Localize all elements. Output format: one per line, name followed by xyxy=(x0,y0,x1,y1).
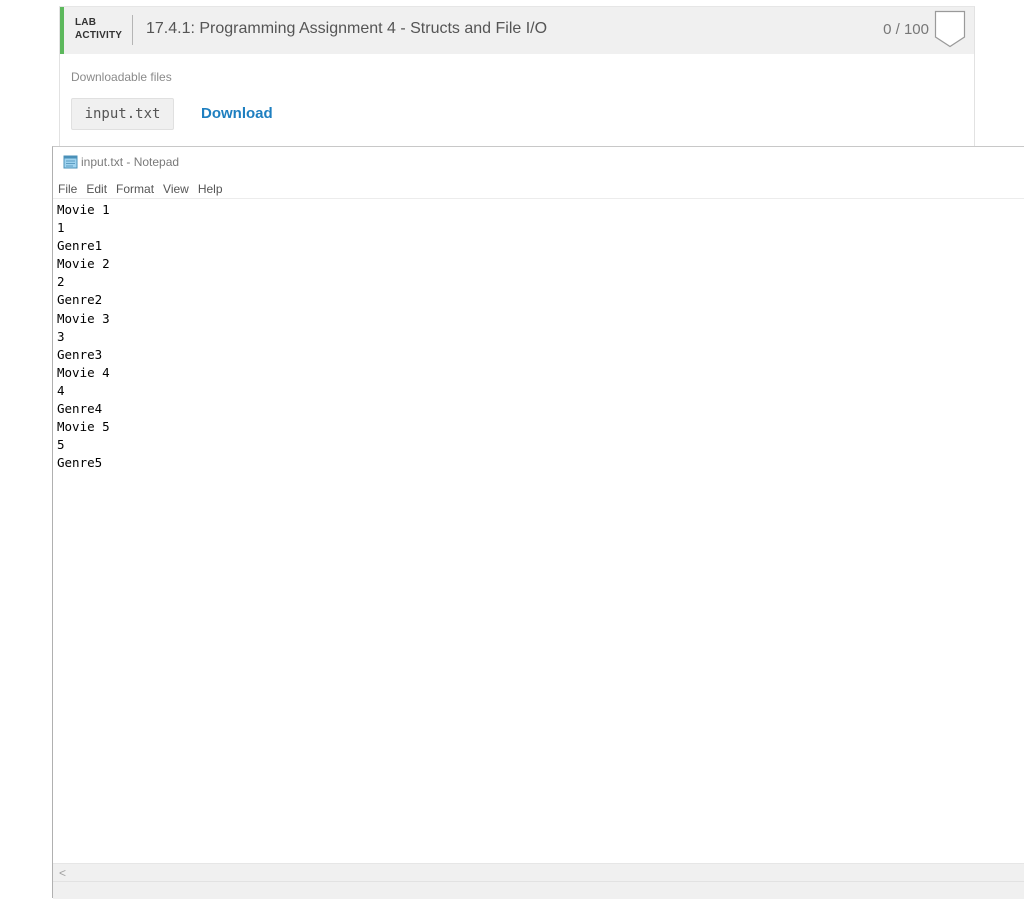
notepad-titlebar[interactable]: input.txt - Notepad xyxy=(53,147,1024,179)
text-line: 3 xyxy=(57,328,65,344)
scroll-left-arrow-icon[interactable]: < xyxy=(59,865,66,881)
lab-activity-tag: LAB ACTIVITY xyxy=(75,16,133,42)
lab-tag-line1: LAB xyxy=(75,17,97,28)
text-line: 1 xyxy=(57,220,65,236)
menubar-divider xyxy=(53,198,1024,199)
text-line: Genre2 xyxy=(57,292,103,308)
text-line: Movie 2 xyxy=(57,256,110,272)
text-line: Genre1 xyxy=(57,238,103,254)
text-line: 2 xyxy=(57,274,65,290)
text-line: Movie 5 xyxy=(57,419,110,435)
text-line: Genre4 xyxy=(57,401,103,417)
lab-activity-header: LAB ACTIVITY 17.4.1: Programming Assignm… xyxy=(60,7,974,54)
text-line: Movie 3 xyxy=(57,310,110,326)
notepad-menubar: File Edit Format View Help xyxy=(53,180,1024,198)
menu-edit[interactable]: Edit xyxy=(86,180,107,198)
lab-activity-card: LAB ACTIVITY 17.4.1: Programming Assignm… xyxy=(59,6,975,147)
text-line: Movie 1 xyxy=(57,202,110,217)
lab-tag-line2: ACTIVITY xyxy=(75,30,123,41)
shield-outline-icon xyxy=(934,10,966,48)
text-line: Genre3 xyxy=(57,346,103,362)
menu-file[interactable]: File xyxy=(58,180,77,198)
menu-help[interactable]: Help xyxy=(198,180,223,198)
header-divider xyxy=(132,15,133,45)
downloadable-files-label: Downloadable files xyxy=(71,70,172,84)
menu-view[interactable]: View xyxy=(163,180,189,198)
notepad-title: input.txt - Notepad xyxy=(81,155,180,169)
text-line: 4 xyxy=(57,382,65,398)
score-label: 0 / 100 xyxy=(883,21,929,38)
lab-activity-title: 17.4.1: Programming Assignment 4 - Struc… xyxy=(146,20,548,37)
notepad-text-area[interactable]: Movie 1 1 Genre1 Movie 2 2 Genre2 Movie 3 3 Genr… xyxy=(57,201,1017,861)
text-line: 5 xyxy=(57,437,65,453)
text-line: Genre5 xyxy=(57,455,103,471)
notepad-icon xyxy=(63,155,78,169)
status-bar xyxy=(53,881,1024,899)
download-link[interactable]: Download xyxy=(201,105,273,122)
file-name-chip: input.txt xyxy=(71,98,174,130)
text-line: Movie 4 xyxy=(57,364,110,380)
notepad-window: input.txt - Notepad File Edit Format Vie… xyxy=(52,146,1024,899)
menu-format[interactable]: Format xyxy=(116,180,154,198)
horizontal-scrollbar[interactable]: < xyxy=(53,863,1024,881)
